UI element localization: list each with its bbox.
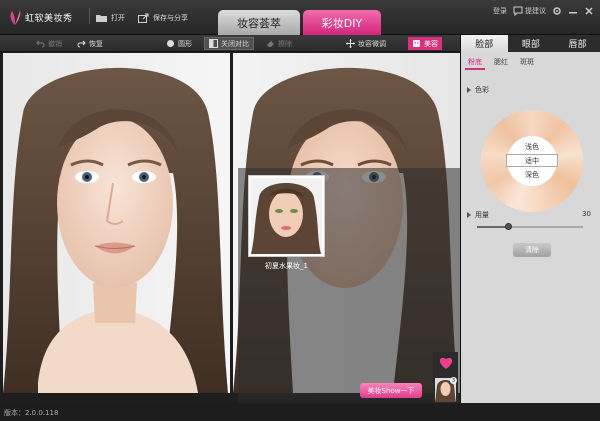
makeup-adjust-button[interactable]: 妆容微调 — [346, 37, 386, 50]
eraser-label: 擦除 — [278, 39, 292, 48]
color-wheel[interactable]: 浅色 适中 深色 — [481, 110, 583, 212]
status-bar: 版本：2.0.0.118 — [0, 403, 600, 421]
circle-view-button[interactable]: 圆形 — [166, 37, 192, 50]
undo-label: 撤销 — [48, 39, 62, 48]
portrait-before-image — [3, 67, 228, 393]
amount-slider[interactable] — [477, 223, 583, 230]
amount-slider-knob[interactable] — [505, 223, 513, 230]
compare-toggle-button[interactable]: 关闭对比 — [204, 37, 254, 50]
face-icon — [413, 40, 420, 47]
look-thumbnail-label: 初夏水果妆_1 — [265, 262, 308, 270]
folder-icon — [96, 15, 107, 22]
split-compare-icon — [209, 39, 218, 48]
mini-count-badge: 3 — [450, 377, 457, 384]
tab-makeup-gallery-label: 妆容荟萃 — [237, 16, 281, 30]
gear-icon[interactable] — [552, 6, 562, 16]
face-subtabs: 粉底 腮红 斑斑 — [461, 55, 600, 70]
butterfly-logo-icon — [8, 7, 22, 27]
subtab-blush[interactable]: 腮红 — [491, 55, 511, 70]
undo-button[interactable]: 撤销 — [36, 37, 62, 50]
compare-toggle-label: 关闭对比 — [221, 39, 249, 48]
eraser-icon — [267, 41, 274, 47]
amount-slider-fill — [477, 226, 509, 228]
heart-icon[interactable] — [438, 356, 454, 370]
title-bar: 虹软美妆秀 打开 保存与分享 妆容荟萃 彩妆DIY 登录 提建议 — [0, 0, 600, 35]
makeup-adjust-label: 妆容微调 — [358, 39, 386, 48]
amount-value: 30 — [582, 210, 591, 218]
tab-face[interactable]: 脸部 — [461, 35, 508, 52]
tab-eyes[interactable]: 眼部 — [508, 35, 555, 52]
beauty-label: 美容 — [424, 39, 438, 48]
speech-bubble-icon — [513, 6, 523, 16]
edit-toolbar: 撤销 恢复 圆形 关闭对比 擦除 妆容微调 美容 — [0, 35, 460, 52]
tab-makeup-diy[interactable]: 彩妆DIY — [303, 10, 381, 35]
app-logo: 虹软美妆秀 — [8, 6, 98, 28]
circle-view-label: 圆形 — [178, 39, 192, 48]
suggest-button[interactable]: 提建议 — [513, 6, 546, 16]
tab-makeup-diy-label: 彩妆DIY — [321, 16, 363, 30]
eraser-button[interactable]: 擦除 — [266, 37, 292, 50]
open-button[interactable]: 打开 — [96, 11, 125, 25]
suggest-label: 提建议 — [525, 7, 546, 15]
circle-icon — [167, 40, 174, 47]
subtab-foundation[interactable]: 粉底 — [465, 55, 485, 70]
look-thumbnail[interactable] — [248, 175, 325, 257]
title-separator — [89, 8, 90, 24]
app-name: 虹软美妆秀 — [25, 13, 73, 24]
redo-label: 恢复 — [89, 39, 103, 48]
redo-icon — [77, 40, 86, 48]
minimize-icon[interactable] — [568, 6, 578, 16]
shade-light[interactable]: 浅色 — [506, 140, 558, 153]
region-tabs: 脸部 眼部 唇部 — [461, 35, 600, 52]
move-arrows-icon — [346, 39, 355, 48]
look-thumbnail-image — [251, 178, 322, 254]
redo-button[interactable]: 恢复 — [77, 37, 103, 50]
beauty-button[interactable]: 美容 — [408, 37, 442, 50]
clear-button[interactable]: 清除 — [513, 243, 551, 257]
save-share-label: 保存与分享 — [153, 14, 188, 22]
undo-icon — [36, 40, 45, 48]
favorites-panel: 3 — [433, 352, 458, 404]
open-label: 打开 — [111, 14, 125, 22]
look-preview-overlay: 初夏水果妆_1 美妆Show一下 — [238, 168, 460, 403]
makeup-show-button[interactable]: 美妆Show一下 — [360, 383, 422, 398]
login-link[interactable]: 登录 — [493, 6, 507, 16]
close-icon[interactable] — [584, 6, 594, 16]
window-controls: 登录 提建议 — [493, 6, 594, 16]
version-text: 版本：2.0.0.118 — [4, 409, 59, 417]
share-icon — [138, 13, 149, 23]
amount-row: 用量 30 — [467, 210, 591, 220]
shade-dark[interactable]: 深色 — [506, 168, 558, 181]
color-section-title[interactable]: 色彩 — [467, 85, 489, 95]
save-share-button[interactable]: 保存与分享 — [138, 11, 188, 25]
amount-label[interactable]: 用量 — [467, 210, 489, 220]
shade-medium[interactable]: 适中 — [506, 154, 558, 167]
makeup-control-panel: 脸部 眼部 唇部 粉底 腮红 斑斑 色彩 浅色 适中 深色 用量 30 清除 — [460, 35, 600, 403]
original-photo[interactable] — [3, 53, 230, 393]
tab-makeup-gallery[interactable]: 妆容荟萃 — [218, 10, 300, 35]
subtab-spots[interactable]: 斑斑 — [517, 55, 537, 70]
tab-lips[interactable]: 唇部 — [554, 35, 600, 52]
